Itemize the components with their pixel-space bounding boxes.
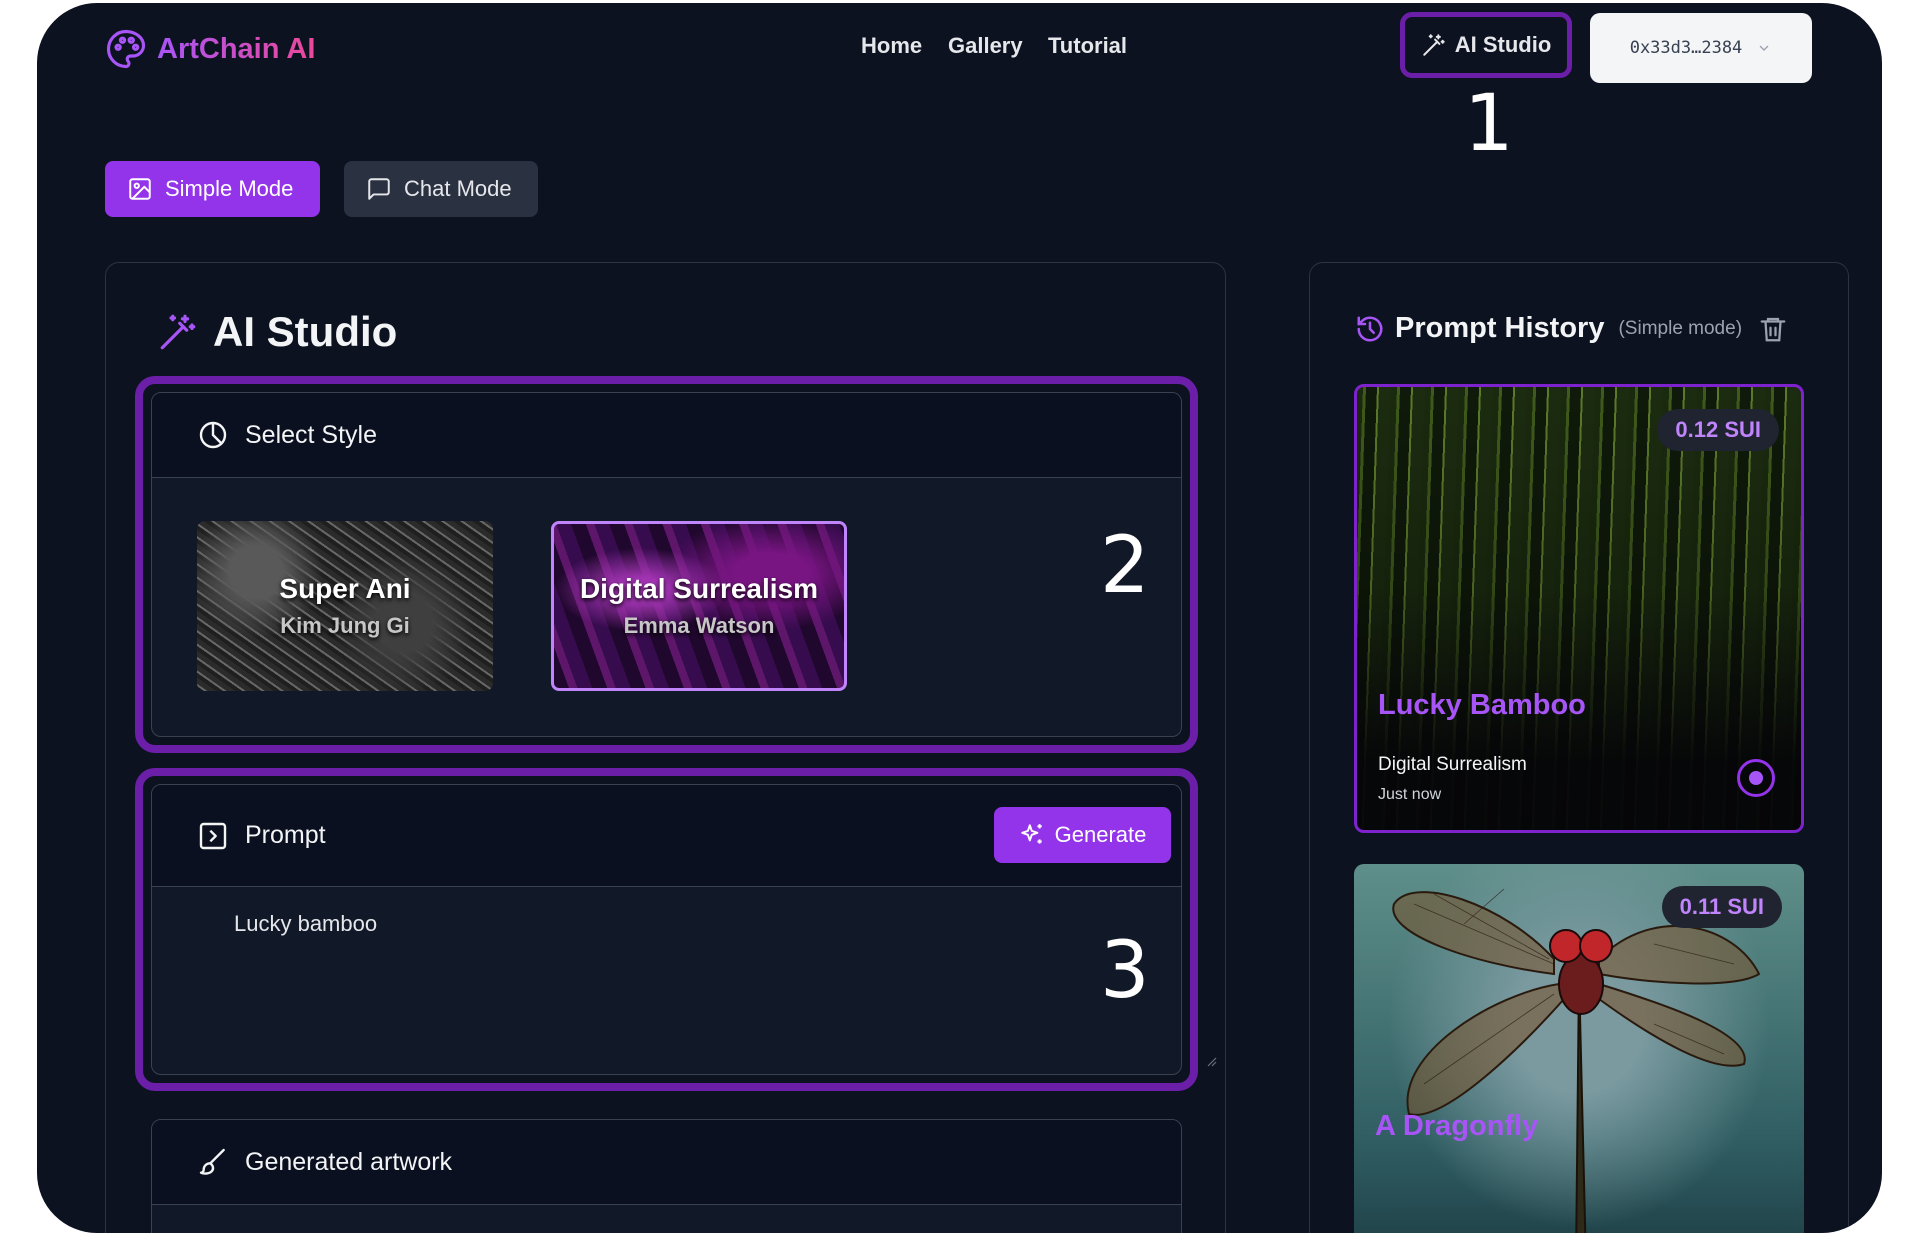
chat-mode-button[interactable]: Chat Mode (344, 161, 538, 217)
resize-handle-icon[interactable] (1205, 1055, 1217, 1067)
select-radio[interactable] (1737, 759, 1775, 797)
brand-name: ArtChain AI (157, 32, 316, 65)
prompt-title: Prompt (245, 821, 326, 849)
style-name: Super Ani (279, 573, 411, 604)
select-style-header: Select Style (152, 393, 1181, 478)
history-item-time: Just now (1378, 786, 1442, 803)
nav-home[interactable]: Home (861, 33, 922, 59)
studio-title: AI Studio (157, 308, 397, 356)
wallet-address: 0x33d3…2384 (1629, 38, 1743, 58)
style-option-super-ani[interactable]: Super Ani Kim Jung Gi (197, 521, 493, 691)
callout-number-3: 3 (1100, 926, 1150, 1016)
style-option-digital-surrealism[interactable]: Digital Surrealism Emma Watson (551, 521, 847, 691)
history-item-style: Digital Surrealism (1378, 754, 1527, 775)
wallet-button[interactable]: 0x33d3…2384 (1590, 13, 1812, 83)
chevron-down-icon (1759, 45, 1769, 51)
prompt-history-header: Prompt History (Simple mode) (1355, 312, 1788, 345)
brush-icon (199, 1148, 225, 1175)
generate-label: Generate (1054, 822, 1147, 847)
nav-ai-studio-label: AI Studio (1454, 32, 1552, 57)
nav-gallery[interactable]: Gallery (948, 33, 1023, 59)
simple-mode-label: Simple Mode (165, 176, 294, 201)
price-badge: 0.12 SUI (1657, 409, 1779, 451)
magic-wand-icon (160, 314, 196, 350)
nav-ai-studio[interactable]: AI Studio (1400, 12, 1572, 78)
brand-logo[interactable]: ArtChain AI (105, 28, 315, 70)
terminal-icon (199, 822, 227, 849)
generated-artwork-header: Generated artwork (152, 1120, 1181, 1205)
studio-title-text: AI Studio (213, 308, 398, 355)
trash-icon[interactable] (1758, 314, 1788, 344)
pie-chart-icon (199, 421, 227, 449)
select-style-title: Select Style (245, 420, 378, 449)
prompt-textarea[interactable]: Lucky bamboo (234, 911, 377, 937)
magic-wand-icon (1422, 34, 1445, 56)
style-name: Digital Surrealism (579, 573, 819, 604)
price-badge: 0.11 SUI (1661, 886, 1782, 928)
callout-number-2: 2 (1100, 521, 1150, 611)
prompt-history-title: Prompt History (1395, 312, 1605, 344)
history-item-title: A Dragonfly (1375, 1110, 1539, 1142)
sparkles-icon (1020, 824, 1042, 844)
style-author: Kim Jung Gi (280, 613, 410, 638)
generate-button[interactable]: Generate (994, 807, 1171, 863)
generated-artwork-card: Generated artwork (151, 1119, 1182, 1233)
simple-mode-button[interactable]: Simple Mode (105, 161, 320, 217)
callout-number-1: 1 (1464, 79, 1514, 169)
prompt-history-subtitle: (Simple mode) (1618, 317, 1743, 339)
history-icon (1357, 316, 1383, 341)
history-item[interactable]: 0.11 SUI A Dragonfly (1354, 864, 1804, 1233)
chat-bubble-icon (368, 178, 390, 200)
palette-icon (106, 29, 146, 69)
app-window: ArtChain AI Home Gallery Tutorial AI Stu… (37, 3, 1882, 1233)
style-author: Emma Watson (623, 613, 775, 638)
nav-tutorial[interactable]: Tutorial (1048, 33, 1127, 59)
history-item-title: Lucky Bamboo (1378, 689, 1586, 721)
chat-mode-label: Chat Mode (404, 176, 512, 201)
history-item[interactable]: 0.12 SUI Lucky Bamboo Digital Surrealism… (1354, 384, 1804, 833)
generated-artwork-title: Generated artwork (245, 1147, 453, 1176)
image-icon (129, 178, 151, 200)
